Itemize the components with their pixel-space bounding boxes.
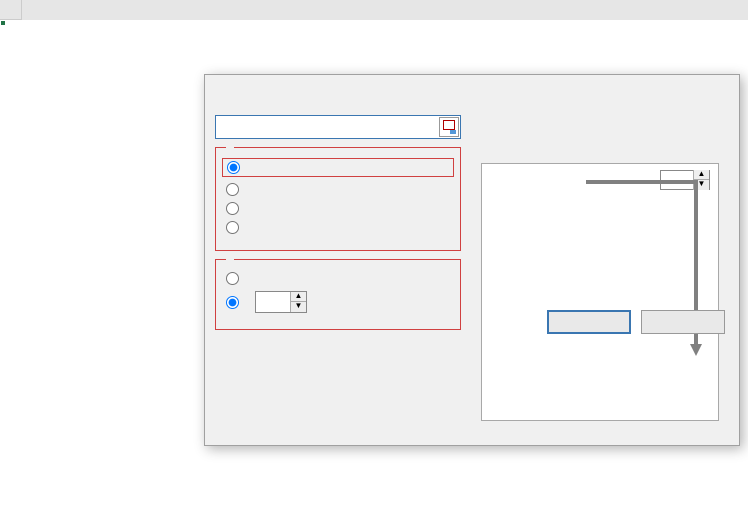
- preview-panel: ▲ ▼: [481, 163, 719, 421]
- select-all-corner[interactable]: [0, 0, 22, 20]
- selection-outline: [0, 20, 4, 24]
- fixed-value-input[interactable]: [256, 295, 290, 310]
- radio-range-to-row[interactable]: [226, 221, 239, 234]
- preview-spinner[interactable]: ▲ ▼: [660, 170, 710, 190]
- help-icon[interactable]: [671, 79, 701, 101]
- radio-row-to-range[interactable]: [226, 183, 239, 196]
- spin-down-icon[interactable]: ▼: [693, 180, 709, 190]
- opt-range-to-col[interactable]: [226, 202, 450, 215]
- radio-fixed-value[interactable]: [226, 296, 239, 309]
- fill-handle[interactable]: [0, 20, 6, 26]
- range-input[interactable]: [216, 120, 438, 135]
- transform-type-group: [215, 147, 461, 251]
- titlebar[interactable]: [205, 75, 739, 105]
- rows-per-record-group: ▲ ▼: [215, 259, 461, 330]
- close-icon[interactable]: [701, 79, 731, 101]
- opt-col-to-range[interactable]: [222, 158, 454, 177]
- opt-row-to-range[interactable]: [226, 183, 450, 196]
- spin-down-icon[interactable]: ▼: [290, 302, 306, 312]
- radio-blank-delimits[interactable]: [226, 272, 239, 285]
- range-input-wrap: [215, 115, 461, 139]
- radio-col-to-range[interactable]: [227, 161, 240, 174]
- spreadsheet[interactable]: [0, 0, 748, 20]
- opt-range-to-row[interactable]: [226, 221, 450, 234]
- range-picker-icon[interactable]: [439, 117, 459, 137]
- cancel-button[interactable]: [641, 310, 725, 334]
- fixed-value-spinner[interactable]: ▲ ▼: [255, 291, 307, 313]
- arrow-icon: [482, 164, 720, 422]
- opt-blank-delimits[interactable]: [226, 272, 450, 285]
- ok-button[interactable]: [547, 310, 631, 334]
- preview-spin-input[interactable]: [661, 173, 693, 187]
- opt-fixed-value[interactable]: ▲ ▼: [226, 291, 450, 313]
- radio-range-to-col[interactable]: [226, 202, 239, 215]
- transform-range-dialog: ▲ ▼ ▲ ▼: [204, 74, 740, 446]
